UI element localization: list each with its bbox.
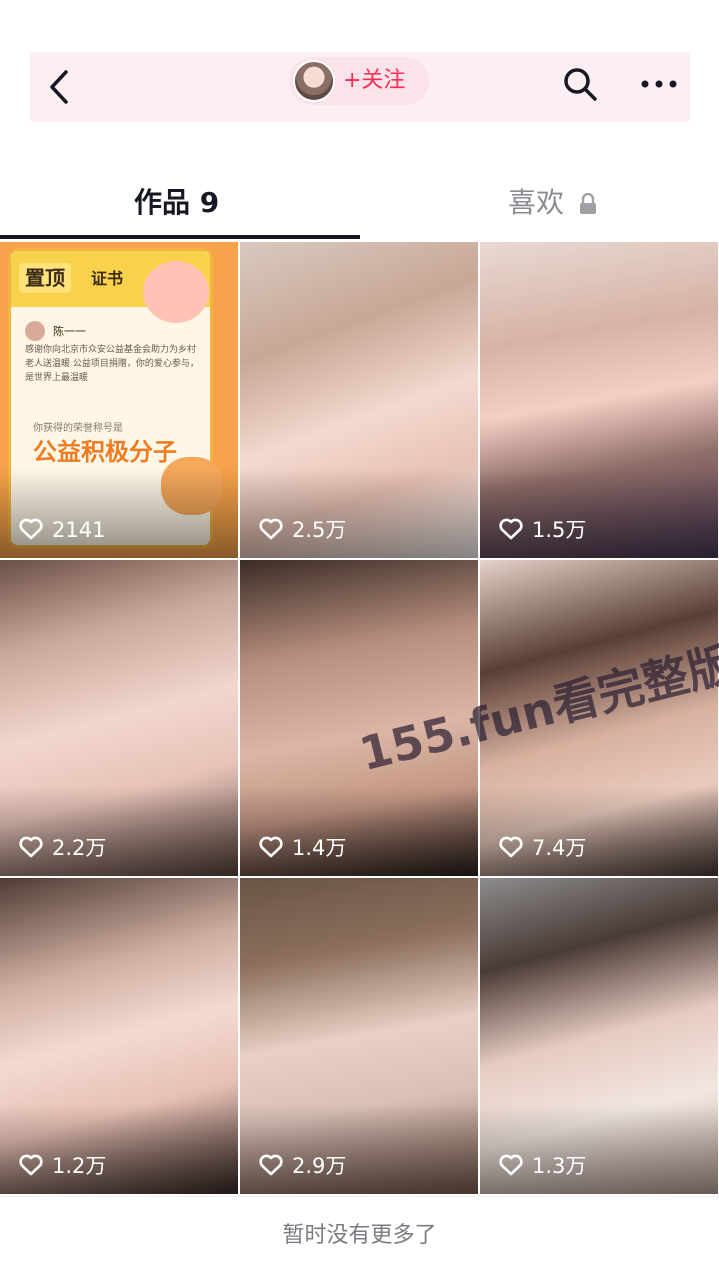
heart-icon	[19, 836, 43, 858]
tab-likes[interactable]: 喜欢	[508, 180, 597, 226]
video-grid: 置顶 证书 陈一一 感谢你向北京市众安公益基金会助力为乡村老人送温暖 公益项目捐…	[0, 242, 719, 1196]
heart-icon	[19, 1154, 43, 1176]
video-tile[interactable]: 7.4万	[480, 560, 718, 876]
like-count: 2141	[18, 515, 105, 545]
like-count-value: 1.3万	[532, 1154, 587, 1178]
tab-likes-label: 喜欢	[508, 186, 565, 219]
like-count-value: 1.4万	[292, 836, 347, 860]
like-count-value: 2.9万	[292, 1154, 347, 1178]
video-tile[interactable]: 2.5万	[240, 242, 478, 558]
certificate-body: 感谢你向北京市众安公益基金会助力为乡村老人送温暖 公益项目捐赠，你的爱心参与，是…	[25, 345, 199, 383]
like-count: 1.2万	[18, 1151, 106, 1181]
heart-icon	[499, 836, 523, 858]
like-count-value: 2.5万	[292, 518, 347, 542]
pinned-badge: 置顶	[19, 263, 71, 293]
like-count-value: 7.4万	[532, 836, 587, 860]
back-button[interactable]	[44, 62, 76, 112]
heart-icon	[259, 518, 283, 540]
more-button[interactable]	[637, 64, 681, 104]
heart-icon	[19, 518, 43, 540]
active-tab-indicator	[0, 235, 360, 239]
status-bar	[0, 0, 719, 18]
heart-icon	[259, 836, 283, 858]
like-count: 2.5万	[258, 515, 346, 545]
like-count: 2.9万	[258, 1151, 346, 1181]
like-count: 1.5万	[498, 515, 586, 545]
search-icon	[564, 68, 597, 101]
like-count: 7.4万	[498, 833, 586, 863]
video-tile[interactable]: 2.2万	[0, 560, 238, 876]
video-tile-pinned[interactable]: 置顶 证书 陈一一 感谢你向北京市众安公益基金会助力为乡村老人送温暖 公益项目捐…	[0, 242, 238, 558]
video-tile[interactable]: 1.3万	[480, 878, 718, 1194]
like-count-value: 2141	[52, 518, 106, 542]
certificate-title: 证书	[91, 269, 124, 288]
like-count: 2.2万	[18, 833, 106, 863]
like-count: 1.4万	[258, 833, 346, 863]
video-tile[interactable]: 1.4万	[240, 560, 478, 876]
lock-icon	[579, 193, 596, 214]
video-tile[interactable]: 1.5万	[480, 242, 718, 558]
more-horizontal-icon	[641, 80, 677, 88]
tab-works[interactable]: 作品 9	[134, 180, 219, 226]
heart-icon	[499, 518, 523, 540]
search-button[interactable]	[560, 64, 600, 104]
video-tile[interactable]: 1.2万	[0, 878, 238, 1194]
profile-pill[interactable]: +关注	[289, 57, 429, 105]
mascot-icon	[143, 261, 209, 323]
profile-header-bar: +关注	[30, 52, 690, 122]
certificate-avatar	[25, 321, 45, 341]
like-count: 1.3万	[498, 1151, 586, 1181]
certificate-honor: 公益积极分子	[33, 438, 177, 466]
heart-icon	[259, 1154, 283, 1176]
certificate-name: 陈一一	[53, 325, 86, 338]
follow-button[interactable]: +关注	[343, 65, 405, 97]
avatar[interactable]	[293, 60, 335, 102]
no-more-text: 暂时没有更多了	[282, 1223, 437, 1248]
divider	[0, 1196, 719, 1197]
like-count-value: 2.2万	[52, 836, 107, 860]
chevron-left-icon	[50, 70, 68, 104]
heart-icon	[499, 1154, 523, 1176]
like-count-value: 1.2万	[52, 1154, 107, 1178]
like-count-value: 1.5万	[532, 518, 587, 542]
certificate-subtitle: 你获得的荣誉称号是	[33, 423, 123, 434]
video-tile[interactable]: 2.9万	[240, 878, 478, 1194]
